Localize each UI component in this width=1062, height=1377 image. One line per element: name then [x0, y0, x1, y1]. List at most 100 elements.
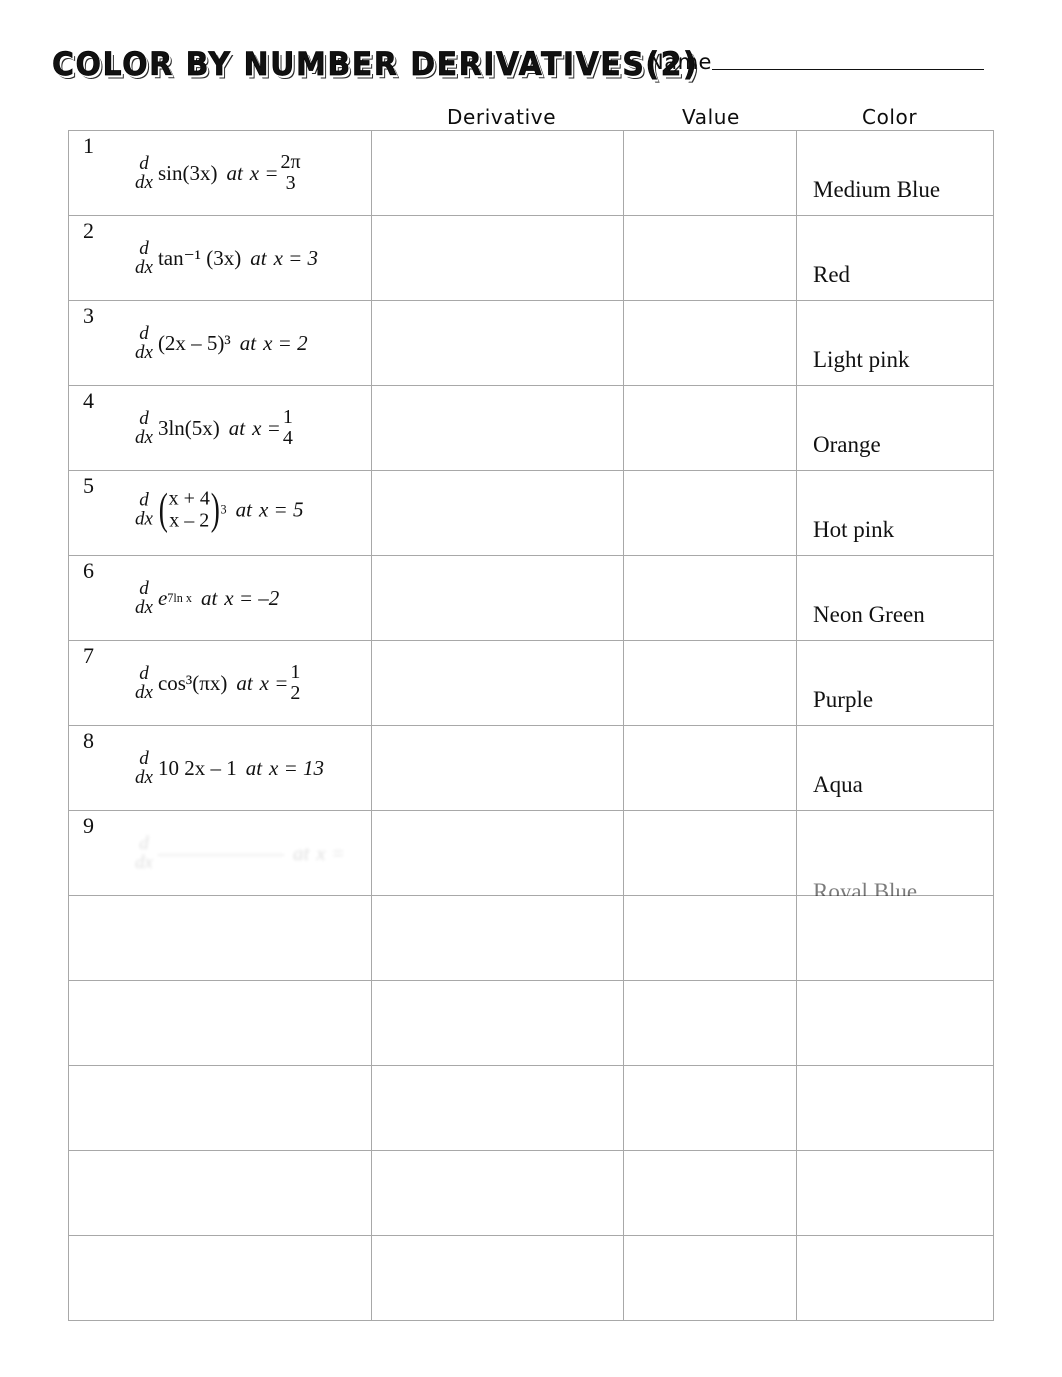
d-dx-operator: d dx: [135, 664, 153, 702]
color-name: Aqua: [813, 772, 863, 797]
value-answer-cell[interactable]: [623, 810, 797, 896]
problem-cell: 3 d dx (2x – 5)³ at x = 2: [68, 300, 372, 386]
problem-cell: [68, 1065, 372, 1151]
value-answer-cell[interactable]: [623, 555, 797, 641]
at-word: at: [200, 585, 218, 610]
row-number: 1: [83, 133, 94, 158]
ddx-denominator: dx: [135, 767, 153, 788]
fraction-numerator: 1: [290, 661, 301, 683]
ddx-numerator: d: [139, 833, 149, 854]
derivative-answer-cell[interactable]: [371, 1065, 624, 1151]
table-row: 2 d dx tan⁻¹ (3x) at x = 3 Red: [68, 215, 994, 301]
color-cell: [796, 1235, 994, 1321]
fraction-numerator: 2π: [280, 151, 301, 173]
problem-expression: d dx sin(3x) at x = 2π 3: [135, 152, 303, 194]
value-answer-cell[interactable]: [623, 640, 797, 726]
column-header-derivative: Derivative: [447, 105, 557, 129]
derivative-answer-cell[interactable]: [371, 640, 624, 726]
value-answer-cell[interactable]: [623, 895, 797, 981]
d-dx-operator: d dx: [135, 834, 153, 872]
left-paren: (: [158, 484, 168, 534]
color-cell: Hot pink: [796, 470, 994, 556]
d-dx-operator: d dx: [135, 154, 153, 192]
table-row: 9 d dx —————— at x = Royal Blue: [68, 810, 994, 904]
ddx-numerator: d: [139, 153, 149, 174]
value-answer-cell[interactable]: [623, 980, 797, 1066]
table-row: 4 d dx 3ln(5x) at x = 1 4 Orange: [68, 385, 994, 471]
derivative-answer-cell[interactable]: [371, 130, 624, 216]
color-name: Purple: [813, 687, 874, 712]
at-word: at: [236, 670, 253, 695]
color-cell: Neon Green: [796, 555, 994, 641]
color-name: Light pink: [813, 347, 910, 372]
d-dx-operator: d dx: [135, 579, 153, 617]
fraction-denominator: x – 2: [169, 509, 210, 532]
fraction-numerator: 1: [282, 406, 293, 428]
derivative-answer-cell[interactable]: [371, 1150, 624, 1236]
color-name: Royal Blue: [813, 879, 918, 904]
expression-body: 10 2x – 1: [157, 755, 237, 780]
value-answer-cell[interactable]: [623, 470, 797, 556]
expression-body: cos³(πx): [157, 670, 228, 695]
derivative-answer-cell[interactable]: [371, 810, 624, 896]
row-number: 8: [83, 728, 94, 753]
derivative-answer-cell[interactable]: [371, 300, 624, 386]
expression-body: 3ln(5x): [157, 415, 220, 440]
value-answer-cell[interactable]: [623, 1235, 797, 1321]
value-answer-cell[interactable]: [623, 300, 797, 386]
derivative-answer-cell[interactable]: [371, 385, 624, 471]
problem-cell: 4 d dx 3ln(5x) at x = 1 4: [68, 385, 372, 471]
value-answer-cell[interactable]: [623, 1150, 797, 1236]
at-value-fraction: 1 2: [290, 662, 300, 704]
row-number: 3: [83, 303, 94, 328]
derivative-answer-cell[interactable]: [371, 555, 624, 641]
color-cell: [796, 1065, 994, 1151]
ddx-numerator: d: [139, 748, 149, 769]
color-clip: Royal Blue: [797, 811, 993, 904]
color-cell: Light pink: [796, 300, 994, 386]
name-input-line[interactable]: [711, 69, 984, 70]
value-answer-cell[interactable]: [623, 725, 797, 811]
ddx-denominator: dx: [135, 342, 153, 363]
derivative-answer-cell[interactable]: [371, 895, 624, 981]
color-name: Neon Green: [813, 602, 925, 627]
column-headers: Derivative Value Color: [0, 105, 1062, 133]
value-answer-cell[interactable]: [623, 130, 797, 216]
derivative-answer-cell[interactable]: [371, 1235, 624, 1321]
d-dx-operator: d dx: [135, 409, 153, 447]
page-title: COLOR BY NUMBER DERIVATIVES(2): [52, 46, 699, 84]
column-header-value: Value: [682, 105, 740, 129]
ddx-denominator: dx: [135, 682, 153, 703]
problem-expression: d dx 3ln(5x) at x = 1 4: [135, 407, 295, 449]
at-variable: x = 13: [269, 755, 325, 780]
derivative-answer-cell[interactable]: [371, 470, 624, 556]
at-word: at: [226, 160, 243, 185]
derivative-answer-cell[interactable]: [371, 725, 624, 811]
derivative-answer-cell[interactable]: [371, 980, 624, 1066]
expression-body: sin(3x): [157, 160, 218, 185]
at-variable: x = 5: [258, 497, 304, 522]
value-answer-cell[interactable]: [623, 385, 797, 471]
at-variable: x =: [316, 840, 346, 865]
quotient-fraction: x + 4 x – 2: [169, 487, 210, 532]
problem-cell: [68, 1235, 372, 1321]
fraction-denominator: 3: [285, 172, 296, 194]
value-answer-cell[interactable]: [623, 1065, 797, 1151]
ddx-denominator: dx: [135, 172, 153, 193]
problem-cell: [68, 1150, 372, 1236]
at-variable: x =: [259, 670, 289, 695]
value-answer-cell[interactable]: [623, 215, 797, 301]
color-cell: [796, 1150, 994, 1236]
column-header-color: Color: [862, 105, 918, 129]
color-name: Orange: [813, 432, 881, 457]
row-number: 7: [83, 643, 94, 668]
problem-cell: 7 d dx cos³(πx) at x = 1 2: [68, 640, 372, 726]
table-row: 3 d dx (2x – 5)³ at x = 2 Light pink: [68, 300, 994, 386]
expression-base: e: [157, 585, 168, 610]
problem-cell: [68, 895, 372, 981]
d-dx-operator: d dx: [135, 749, 153, 787]
ddx-denominator: dx: [135, 597, 153, 618]
d-dx-operator: d dx: [135, 324, 153, 362]
derivative-answer-cell[interactable]: [371, 215, 624, 301]
row-number: 5: [83, 473, 94, 498]
